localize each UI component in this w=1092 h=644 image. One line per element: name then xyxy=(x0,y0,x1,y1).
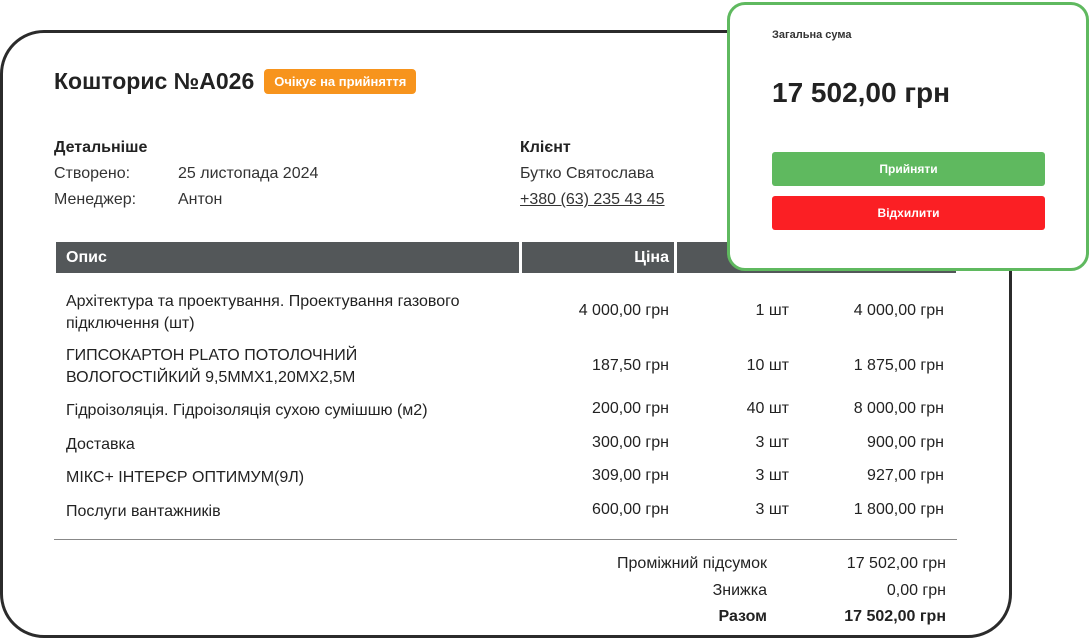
column-header-price: Ціна xyxy=(634,249,669,266)
row-price: 200,00 грн xyxy=(592,400,669,417)
total-value: 17 502,00 грн xyxy=(844,608,946,625)
row-total: 8 000,00 грн xyxy=(853,400,944,417)
total-card-amount: 17 502,00 грн xyxy=(772,77,951,108)
created-value: 25 листопада 2024 xyxy=(178,165,319,182)
row-description: Доставка xyxy=(66,436,135,453)
total-card-label: Загальна сума xyxy=(772,29,852,41)
discount-value: 0,00 грн xyxy=(886,582,946,599)
row-price: 187,50 грн xyxy=(592,357,669,374)
status-badge: Очікує на прийняття xyxy=(264,69,417,94)
row-quantity: 1 шт xyxy=(755,302,789,319)
row-description-line: ГИПСОКАРТОН PLATO ПОТОЛОЧНИЙ xyxy=(66,347,358,364)
total-label: Разом xyxy=(718,608,767,625)
created-label: Створено: xyxy=(54,165,131,182)
row-quantity: 3 шт xyxy=(755,467,789,484)
row-description: Послуги вантажників xyxy=(66,503,221,520)
row-quantity: 40 шт xyxy=(746,400,789,417)
row-quantity: 3 шт xyxy=(755,501,789,518)
row-price: 4 000,00 грн xyxy=(578,302,669,319)
row-quantity: 10 шт xyxy=(746,357,789,374)
estimate-title-row: Кошторис №А026 Очікує на прийняття xyxy=(54,68,417,95)
row-description: ГИПСОКАРТОН PLATO ПОТОЛОЧНИЙ ВОЛОГОСТІЙК… xyxy=(66,345,357,389)
row-price: 600,00 грн xyxy=(592,501,669,518)
row-total: 900,00 грн xyxy=(867,434,944,451)
column-separator xyxy=(674,242,677,273)
discount-label: Знижка xyxy=(712,582,767,599)
row-description: Гідроізоляція. Гідроізоляція сухою суміш… xyxy=(66,402,428,419)
client-name: Бутко Святослава xyxy=(520,165,655,182)
row-description: Архітектура та проектування. Проектуванн… xyxy=(66,291,459,335)
client-phone-link[interactable]: +380 (63) 235 43 45 xyxy=(520,191,665,209)
row-price: 309,00 грн xyxy=(592,467,669,484)
reject-button[interactable]: Відхилити xyxy=(772,196,1045,230)
row-total: 1 800,00 грн xyxy=(853,501,944,518)
total-card: Загальна сума 17 502,00 грн Прийняти Від… xyxy=(727,2,1089,271)
client-heading: Клієнт xyxy=(520,139,571,156)
subtotal-label: Проміжний підсумок xyxy=(617,555,767,572)
row-total: 927,00 грн xyxy=(867,467,944,484)
summary-divider xyxy=(54,539,957,540)
row-total: 1 875,00 грн xyxy=(853,357,944,374)
manager-label: Менеджер: xyxy=(54,191,137,208)
manager-value: Антон xyxy=(178,191,223,208)
details-heading: Детальніше xyxy=(54,139,148,156)
row-total: 4 000,00 грн xyxy=(853,302,944,319)
row-description-line: підключення (шт) xyxy=(66,315,195,332)
row-description: МІКС+ ІНТЕРЄР ОПТИМУМ(9Л) xyxy=(66,469,305,486)
row-price: 300,00 грн xyxy=(592,434,669,451)
page-title: Кошторис №А026 xyxy=(54,68,255,94)
subtotal-value: 17 502,00 грн xyxy=(846,555,946,572)
row-description-line: ВОЛОГОСТІЙКИЙ 9,5ММХ1,20МХ2,5М xyxy=(66,369,356,386)
row-description-line: Архітектура та проектування. Проектуванн… xyxy=(66,293,460,310)
column-header-description: Опис xyxy=(66,249,107,266)
row-quantity: 3 шт xyxy=(755,434,789,451)
accept-button[interactable]: Прийняти xyxy=(772,152,1045,186)
